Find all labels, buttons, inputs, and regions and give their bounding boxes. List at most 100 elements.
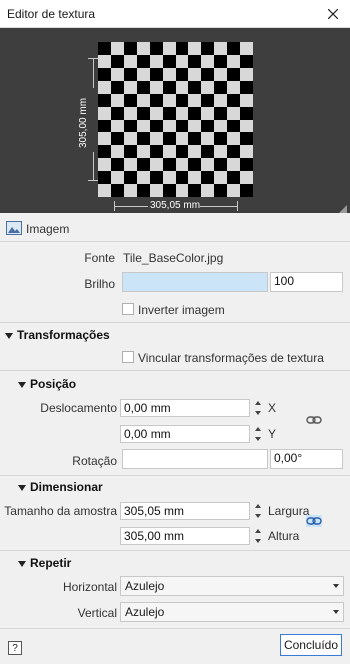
checker-square <box>188 80 202 94</box>
checker-square <box>98 42 111 55</box>
checker-square <box>240 184 253 197</box>
checker-square <box>149 93 163 107</box>
repeat-title: Repetir <box>30 556 72 570</box>
checkerboard-texture <box>98 42 253 197</box>
checker-square <box>175 80 189 94</box>
checker-square <box>240 106 253 120</box>
checker-square <box>175 67 189 81</box>
invert-image-label: Inverter imagem <box>138 303 225 317</box>
checker-square <box>201 132 215 146</box>
checker-square <box>136 184 150 197</box>
height-dim-line-bottom <box>93 152 94 180</box>
invert-image-checkbox[interactable] <box>122 303 134 315</box>
width-dim-line-left <box>114 206 148 207</box>
position-header[interactable]: Posição <box>18 377 76 391</box>
checker-square <box>136 158 150 172</box>
divider <box>0 322 350 323</box>
height-dim-tick-bottom <box>88 180 98 181</box>
checker-square <box>98 184 111 197</box>
resize-grip-icon[interactable] <box>339 202 347 213</box>
vertical-repeat-select[interactable]: Azulejo <box>120 602 344 622</box>
checker-square <box>162 158 176 172</box>
vertical-label: Vertical <box>77 606 117 620</box>
checker-square <box>110 80 124 94</box>
checker-square <box>227 67 241 81</box>
rotation-slider[interactable] <box>122 449 268 469</box>
checker-square <box>149 158 163 172</box>
checker-square <box>214 54 228 68</box>
collapse-triangle-icon <box>18 484 26 491</box>
checker-square <box>227 106 241 120</box>
close-icon[interactable] <box>322 3 344 25</box>
image-tab-label: Imagem <box>26 222 70 236</box>
height-label: Altura <box>268 529 300 543</box>
scale-header[interactable]: Dimensionar <box>18 480 103 494</box>
checker-square <box>98 106 111 120</box>
chevron-down-icon <box>333 584 339 588</box>
checker-square <box>123 171 137 185</box>
width-label: Largura <box>268 504 310 518</box>
offset-x-input[interactable]: 0,00 mm <box>120 399 250 417</box>
checker-square <box>98 80 111 94</box>
link-icon[interactable] <box>306 414 322 424</box>
checker-square <box>149 184 163 197</box>
sample-width-input[interactable]: 305,05 mm <box>120 502 250 520</box>
sample-height-spinner[interactable] <box>252 527 264 545</box>
checker-square <box>175 158 189 172</box>
brightness-input[interactable]: 100 <box>270 272 343 292</box>
checker-square <box>240 80 253 94</box>
checker-square <box>162 119 176 133</box>
checker-square <box>227 119 241 133</box>
checker-square <box>188 119 202 133</box>
checker-square <box>214 184 228 197</box>
checker-square <box>123 158 137 172</box>
chevron-down-icon <box>333 610 339 614</box>
checker-square <box>123 106 137 120</box>
checker-square <box>214 132 228 146</box>
brightness-label: Brilho <box>84 277 115 291</box>
checker-square <box>149 67 163 81</box>
checker-square <box>188 106 202 120</box>
vertical-repeat-value: Azulejo <box>125 605 165 619</box>
sample-width-spinner[interactable] <box>252 502 264 520</box>
checker-square <box>240 145 253 159</box>
checker-square <box>175 106 189 120</box>
checker-square <box>162 80 176 94</box>
checker-square <box>110 106 124 120</box>
repeat-header[interactable]: Repetir <box>18 556 71 570</box>
checker-square <box>214 80 228 94</box>
link-transforms-checkbox[interactable] <box>122 351 134 363</box>
checker-square <box>98 67 111 81</box>
horizontal-repeat-select[interactable]: Azulejo <box>120 576 344 596</box>
brightness-slider[interactable] <box>122 272 268 292</box>
x-axis-label: X <box>268 401 277 415</box>
texture-preview: 305,05 mm 305,00 mm <box>0 28 350 213</box>
checker-square <box>136 119 150 133</box>
checker-square <box>162 145 176 159</box>
sample-height-input[interactable]: 305,00 mm <box>120 527 250 545</box>
checker-square <box>201 119 215 133</box>
checker-square <box>227 42 241 55</box>
checker-square <box>175 132 189 146</box>
offset-x-spinner[interactable] <box>252 399 264 417</box>
checker-square <box>175 119 189 133</box>
source-value[interactable]: Tile_BaseColor.jpg <box>123 251 223 265</box>
width-dim-line-right <box>200 206 237 207</box>
offset-label: Deslocamento <box>40 401 117 415</box>
sample-size-label: Tamanho da amostra <box>4 504 117 518</box>
transforms-header[interactable]: Transformações <box>5 328 110 342</box>
offset-y-spinner[interactable] <box>252 425 264 443</box>
checker-square <box>162 54 176 68</box>
done-button[interactable]: Concluído <box>280 634 342 656</box>
link-icon[interactable] <box>306 515 322 527</box>
horizontal-label: Horizontal <box>62 580 117 594</box>
collapse-triangle-icon <box>18 560 26 567</box>
rotation-input[interactable]: 0,00° <box>270 449 343 469</box>
help-icon[interactable]: ? <box>8 641 22 655</box>
checker-square <box>136 106 150 120</box>
transforms-title: Transformações <box>17 328 110 342</box>
offset-y-input[interactable]: 0,00 mm <box>120 425 250 443</box>
checker-square <box>136 80 150 94</box>
position-title: Posição <box>30 377 77 391</box>
checker-square <box>240 42 253 55</box>
